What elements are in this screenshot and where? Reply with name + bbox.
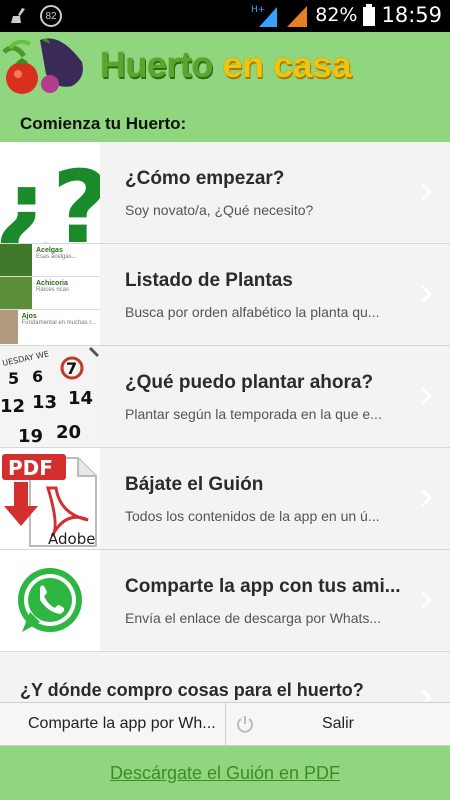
menu-item-plant-list[interactable]: Acelgas Esas acelgas... Achicoria Raíces… — [0, 244, 450, 346]
plant-desc: Fundamental en muchas r... — [21, 320, 96, 326]
teaser-title: ¿Y dónde compro cosas para el huerto? — [20, 680, 364, 700]
pdf-label: PDF — [8, 456, 53, 480]
pdf-download-icon: PDF Adobe — [0, 448, 100, 549]
vegetables-logo-icon — [2, 38, 83, 94]
menu-item-subtitle: Busca por orden alfabético la planta qu.… — [125, 304, 380, 320]
svg-text:7: 7 — [66, 359, 77, 378]
plant-desc: Raíces ricas — [36, 287, 70, 293]
svg-text:20: 20 — [56, 422, 81, 443]
power-icon — [237, 716, 253, 733]
battery-icon — [363, 4, 376, 26]
menu-item-download-guide[interactable]: PDF Adobe Bájate el Guión Todos los cont… — [0, 448, 450, 550]
svg-text:14: 14 — [68, 388, 93, 409]
menu-item-subtitle: Plantar según la temporada en la que e..… — [125, 406, 382, 422]
menu-item-where-to-buy[interactable]: ¿Y dónde compro cosas para el huerto? — [0, 652, 450, 708]
svg-text:12: 12 — [0, 396, 25, 417]
svg-text:¿?: ¿? — [0, 149, 100, 243]
svg-text:13: 13 — [32, 392, 57, 413]
menu-item-title: Comparte la app con tus ami... — [125, 576, 401, 597]
app-title-part2: en casa — [222, 44, 352, 85]
app-title-part1: Huerto — [100, 44, 223, 85]
app-header: Huerto en casa — [0, 32, 450, 102]
svg-text:19: 19 — [18, 426, 43, 447]
section-title: Comienza tu Huerto: — [20, 114, 187, 133]
plant-name: Acelgas — [36, 247, 63, 254]
plant-name: Achicoria — [36, 280, 68, 287]
plant-name: Ajos — [21, 313, 37, 320]
signal-bars-icon — [287, 6, 308, 27]
menu-item-title: ¿Qué puedo plantar ahora? — [125, 372, 374, 393]
menu-list: ¿? ¿Cómo empezar? Soy novato/a, ¿Qué nec… — [0, 142, 450, 652]
exit-label: Salir — [321, 715, 354, 732]
calendar-icon: UESDAY WE 7 5 6 12 13 14 19 20 — [0, 346, 100, 447]
footer: Descárgate el Guión en PDF — [0, 746, 450, 800]
menu-item-what-to-plant-now[interactable]: UESDAY WE 7 5 6 12 13 14 19 20 ¿Qué pued… — [0, 346, 450, 448]
status-bar: 82 H+ 82% 18:59 — [0, 0, 450, 32]
exit-button[interactable]: Salir — [226, 703, 450, 745]
chevron-right-icon — [420, 386, 432, 406]
menu-item-title: Listado de Plantas — [125, 270, 293, 291]
chevron-right-icon — [420, 590, 432, 610]
svg-text:5: 5 — [8, 369, 19, 388]
menu-item-subtitle: Todos los contenidos de la app en un ú..… — [125, 508, 380, 524]
question-marks-icon: ¿? — [0, 142, 100, 243]
menu-item-share-app[interactable]: Comparte la app con tus ami... Envía el … — [0, 550, 450, 652]
clock: 18:59 — [381, 3, 442, 27]
chevron-right-icon — [420, 284, 432, 304]
broom-icon — [11, 8, 25, 23]
menu-item-title: Bájate el Guión — [125, 474, 264, 495]
app-title: Huerto en casa — [100, 44, 352, 86]
svg-text:6: 6 — [32, 367, 43, 386]
chevron-right-icon — [420, 488, 432, 508]
plant-desc: Esas acelgas... — [36, 254, 77, 260]
signal-hplus-icon: H+ — [251, 5, 278, 27]
menu-item-how-to-start[interactable]: ¿? ¿Cómo empezar? Soy novato/a, ¿Qué nec… — [0, 142, 450, 244]
download-guide-link[interactable]: Descárgate el Guión en PDF — [110, 763, 340, 784]
menu-item-subtitle: Soy novato/a, ¿Qué necesito? — [125, 202, 314, 218]
pdf-brand: Adobe — [48, 530, 95, 548]
menu-item-subtitle: Envía el enlace de descarga por Whats... — [125, 610, 382, 626]
plant-list-thumbnail: Acelgas Esas acelgas... Achicoria Raíces… — [0, 244, 100, 345]
action-bar: Comparte la app por Wh... Salir — [0, 702, 450, 746]
share-app-button[interactable]: Comparte la app por Wh... — [0, 703, 226, 745]
menu-item-title: ¿Cómo empezar? — [125, 168, 285, 189]
network-type-label: H+ — [251, 5, 265, 15]
whatsapp-icon — [0, 550, 100, 651]
battery-percent: 82% — [315, 4, 358, 26]
chevron-right-icon — [420, 182, 432, 202]
notification-count-icon: 82 — [40, 5, 62, 27]
